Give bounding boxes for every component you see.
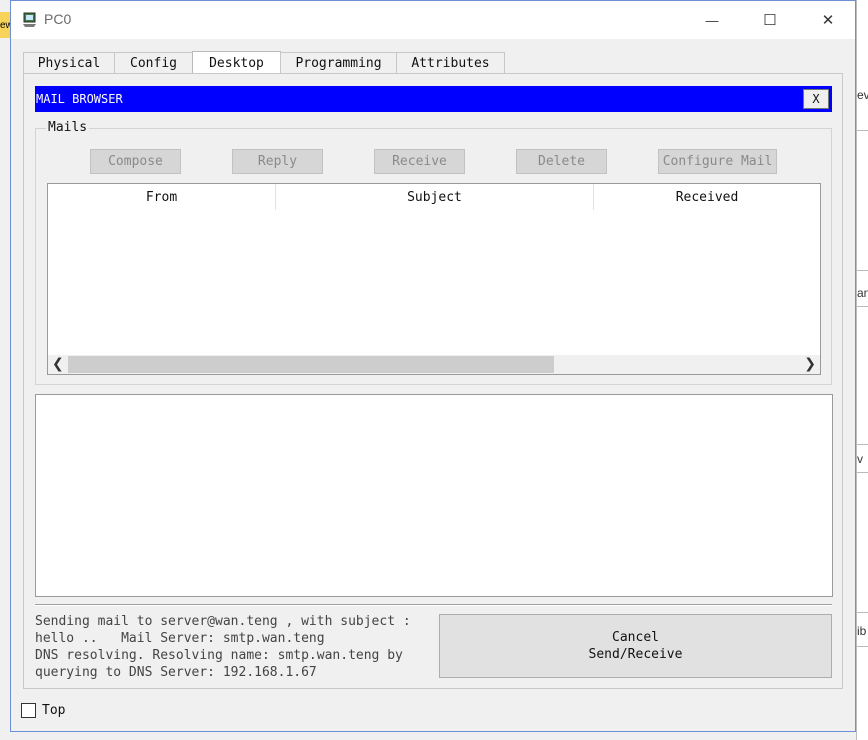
background-text-fragment: ib <box>857 624 867 638</box>
tab-physical[interactable]: Physical <box>23 52 115 73</box>
chevron-left-icon[interactable]: ❮ <box>52 356 64 372</box>
maximize-icon: ☐ <box>763 12 777 29</box>
minimize-icon: — <box>705 12 719 28</box>
column-header-received[interactable]: Received <box>594 184 820 210</box>
mails-group-label: Mails <box>46 120 90 135</box>
mail-list-table[interactable]: From Subject Received ❮ ❯ <box>47 183 821 375</box>
background-divider <box>857 444 868 445</box>
mail-browser-close-button[interactable]: X <box>803 89 829 109</box>
background-divider <box>857 646 868 647</box>
maximize-button[interactable]: ☐ <box>741 1 799 39</box>
divider <box>35 604 832 606</box>
tab-config[interactable]: Config <box>114 52 193 73</box>
column-header-from[interactable]: From <box>48 184 276 210</box>
background-text-fragment: ev <box>857 88 868 102</box>
mail-browser-title-bar: MAIL BROWSER X <box>35 86 832 112</box>
background-text-fragment: ew <box>0 20 10 31</box>
cancel-button-label: Send/Receive <box>588 647 683 662</box>
mail-body-view[interactable] <box>35 394 833 597</box>
title-bar[interactable]: PC0 — ☐ ✕ <box>11 1 855 39</box>
horizontal-scrollbar[interactable]: ❮ ❯ <box>48 355 820 374</box>
column-header-subject[interactable]: Subject <box>276 184 594 210</box>
tab-attributes[interactable]: Attributes <box>396 52 505 73</box>
mails-group: Mails Compose Reply Receive Delete Confi… <box>35 120 832 385</box>
tab-desktop[interactable]: Desktop <box>192 51 281 74</box>
background-text-fragment: an <box>857 286 868 300</box>
tab-programming[interactable]: Programming <box>280 52 397 73</box>
minimize-button[interactable]: — <box>683 1 741 39</box>
mail-browser-title: MAIL BROWSER <box>36 92 123 106</box>
background-divider <box>857 130 868 131</box>
desktop-content: MAIL BROWSER X Mails Compose Reply Recei… <box>23 73 843 689</box>
window-title: PC0 <box>44 11 72 27</box>
reply-button[interactable]: Reply <box>232 149 323 174</box>
scrollbar-thumb[interactable] <box>68 356 554 373</box>
status-message: Sending mail to server@wan.teng , with s… <box>35 614 411 680</box>
background-window: ev an v ib <box>856 0 868 740</box>
background-window-edge: ew <box>0 12 10 38</box>
close-icon: ✕ <box>821 12 835 29</box>
pc-app-icon <box>23 12 36 27</box>
compose-button[interactable]: Compose <box>90 149 181 174</box>
top-checkbox[interactable] <box>21 703 36 718</box>
pc-window: PC0 — ☐ ✕ Physical Config Desktop Progra… <box>10 0 856 732</box>
cancel-button-label: Cancel <box>612 630 659 645</box>
background-divider <box>857 612 868 613</box>
configure-mail-button[interactable]: Configure Mail <box>658 149 777 174</box>
close-button[interactable]: ✕ <box>799 1 857 39</box>
background-divider <box>857 306 868 307</box>
delete-button[interactable]: Delete <box>516 149 607 174</box>
background-divider <box>857 472 868 473</box>
background-text-fragment: v <box>857 452 863 466</box>
chevron-right-icon[interactable]: ❯ <box>804 356 816 372</box>
cancel-send-receive-button[interactable]: Cancel Send/Receive <box>439 614 832 678</box>
receive-button[interactable]: Receive <box>374 149 465 174</box>
background-divider <box>857 270 868 271</box>
top-checkbox-label: Top <box>42 703 66 718</box>
